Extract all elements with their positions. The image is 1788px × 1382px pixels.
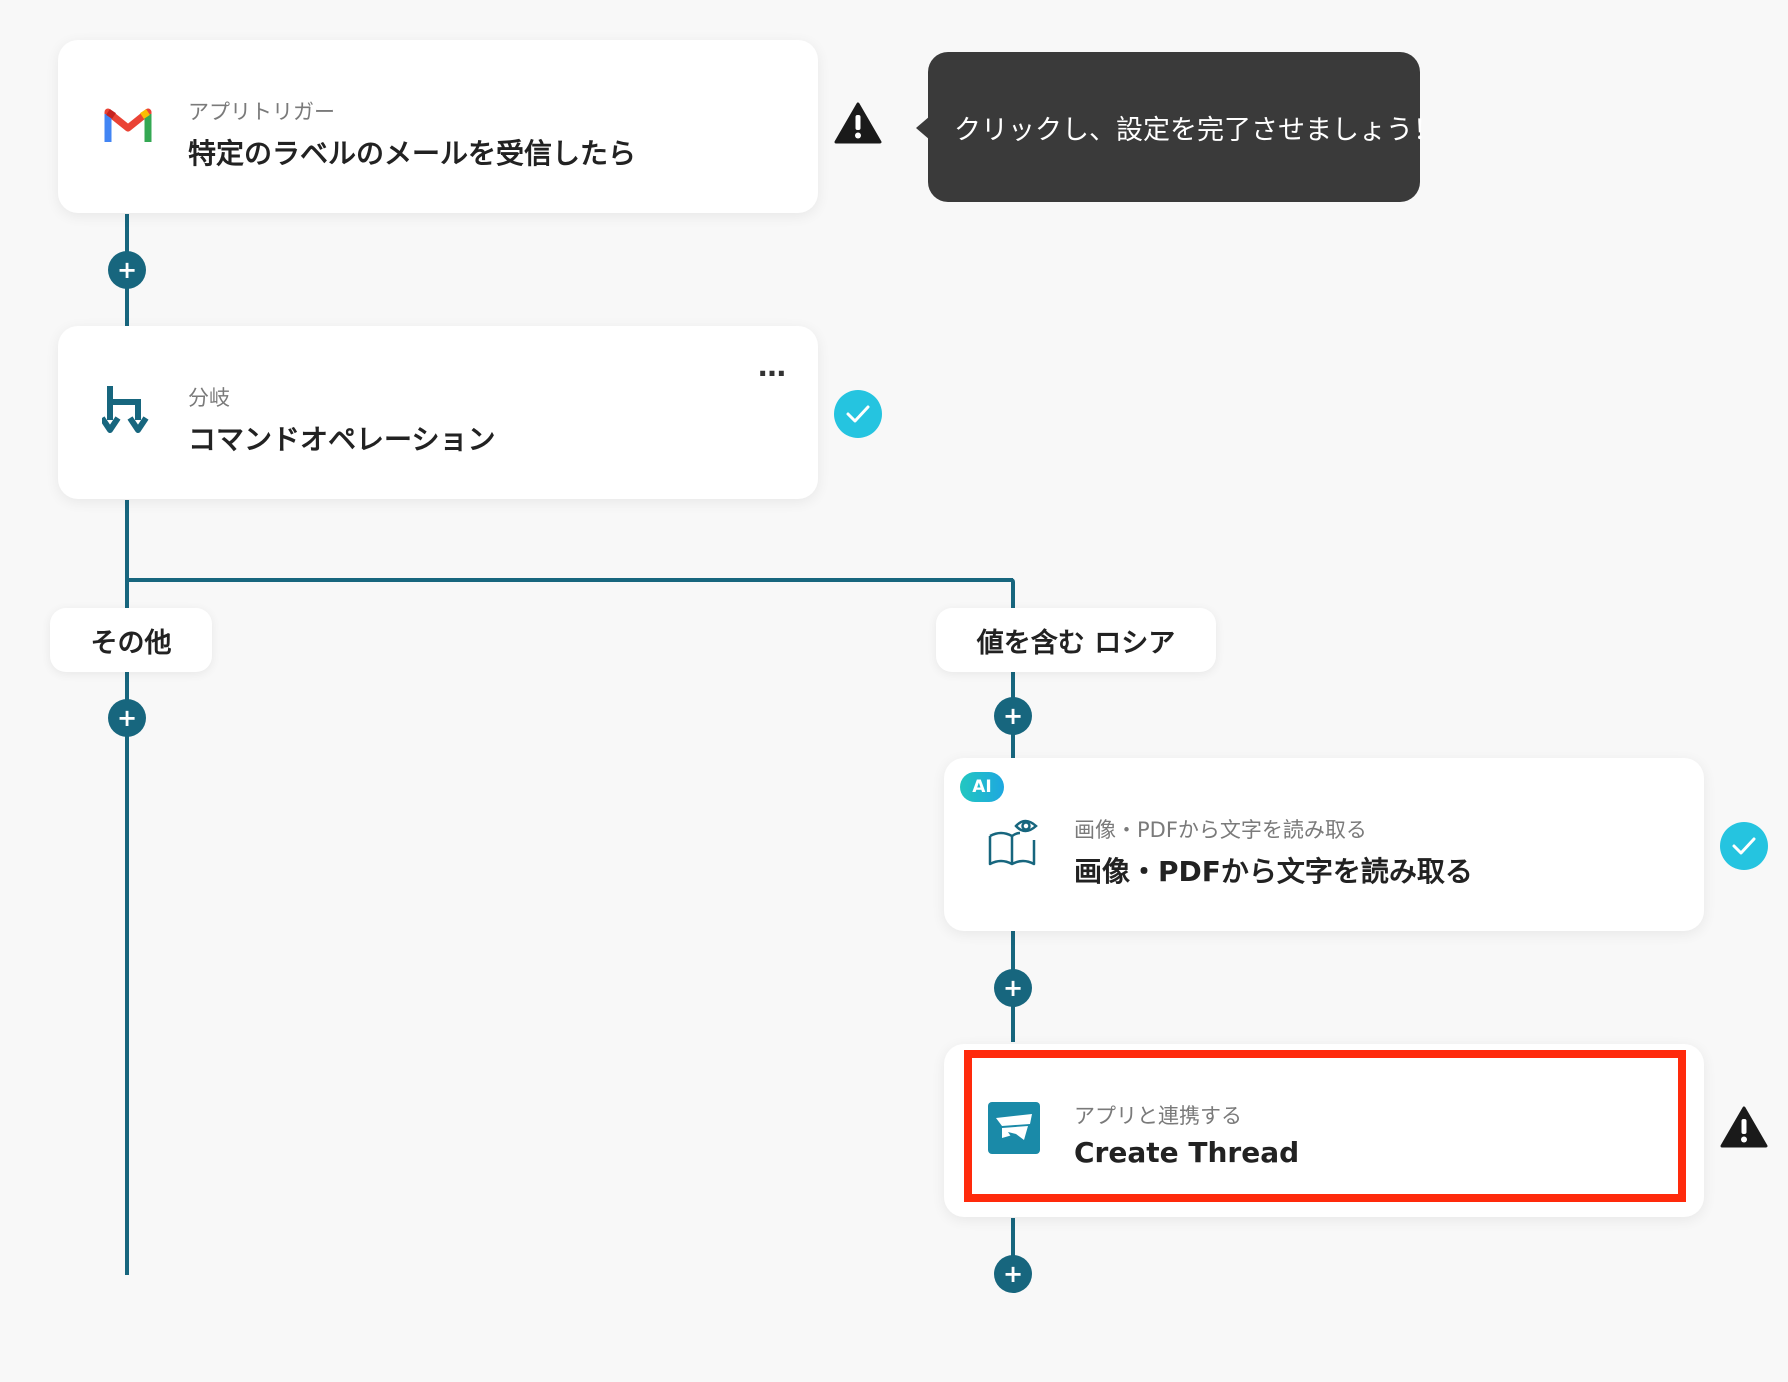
step-subtitle: 分岐 <box>188 386 230 410</box>
check-icon <box>834 390 882 438</box>
book-eye-icon <box>986 816 1038 868</box>
step-title: 画像・PDFから文字を読み取る <box>1074 855 1473 888</box>
add-step-button[interactable]: + <box>994 1255 1032 1293</box>
add-step-button[interactable]: + <box>994 697 1032 735</box>
connector-line <box>125 578 1013 582</box>
branch-label-other[interactable]: その他 <box>50 608 212 672</box>
app-logo-icon <box>988 1102 1040 1154</box>
branch-label-contains[interactable]: 値を含む ロシア <box>936 608 1216 672</box>
add-step-button[interactable]: + <box>108 251 146 289</box>
step-title: 特定のラベルのメールを受信したら <box>188 137 637 170</box>
add-step-button[interactable]: + <box>108 699 146 737</box>
more-options-button[interactable]: … <box>758 350 787 383</box>
gmail-icon <box>102 98 154 150</box>
branch-icon <box>99 384 154 436</box>
branch-step-card[interactable]: 分岐 コマンドオペレーション … <box>58 326 818 499</box>
step-subtitle: アプリと連携する <box>1074 1104 1242 1128</box>
check-icon <box>1720 822 1768 870</box>
ocr-step-card[interactable]: AI 画像・PDFから文字を読み取る 画像・PDFから文字を読み取る <box>944 758 1704 931</box>
warning-icon <box>834 100 882 148</box>
step-title: コマンドオペレーション <box>188 423 496 456</box>
trigger-step-card[interactable]: アプリトリガー 特定のラベルのメールを受信したら <box>58 40 818 213</box>
step-title: Create Thread <box>1074 1136 1300 1169</box>
add-step-button[interactable]: + <box>994 969 1032 1007</box>
warning-icon <box>1720 1104 1768 1152</box>
step-subtitle: アプリトリガー <box>188 100 335 124</box>
create-thread-step-card[interactable]: アプリと連携する Create Thread <box>944 1044 1704 1217</box>
step-subtitle: 画像・PDFから文字を読み取る <box>1074 818 1367 842</box>
ai-badge: AI <box>960 772 1004 802</box>
setup-tooltip: クリックし、設定を完了させましょう！ <box>928 52 1440 202</box>
